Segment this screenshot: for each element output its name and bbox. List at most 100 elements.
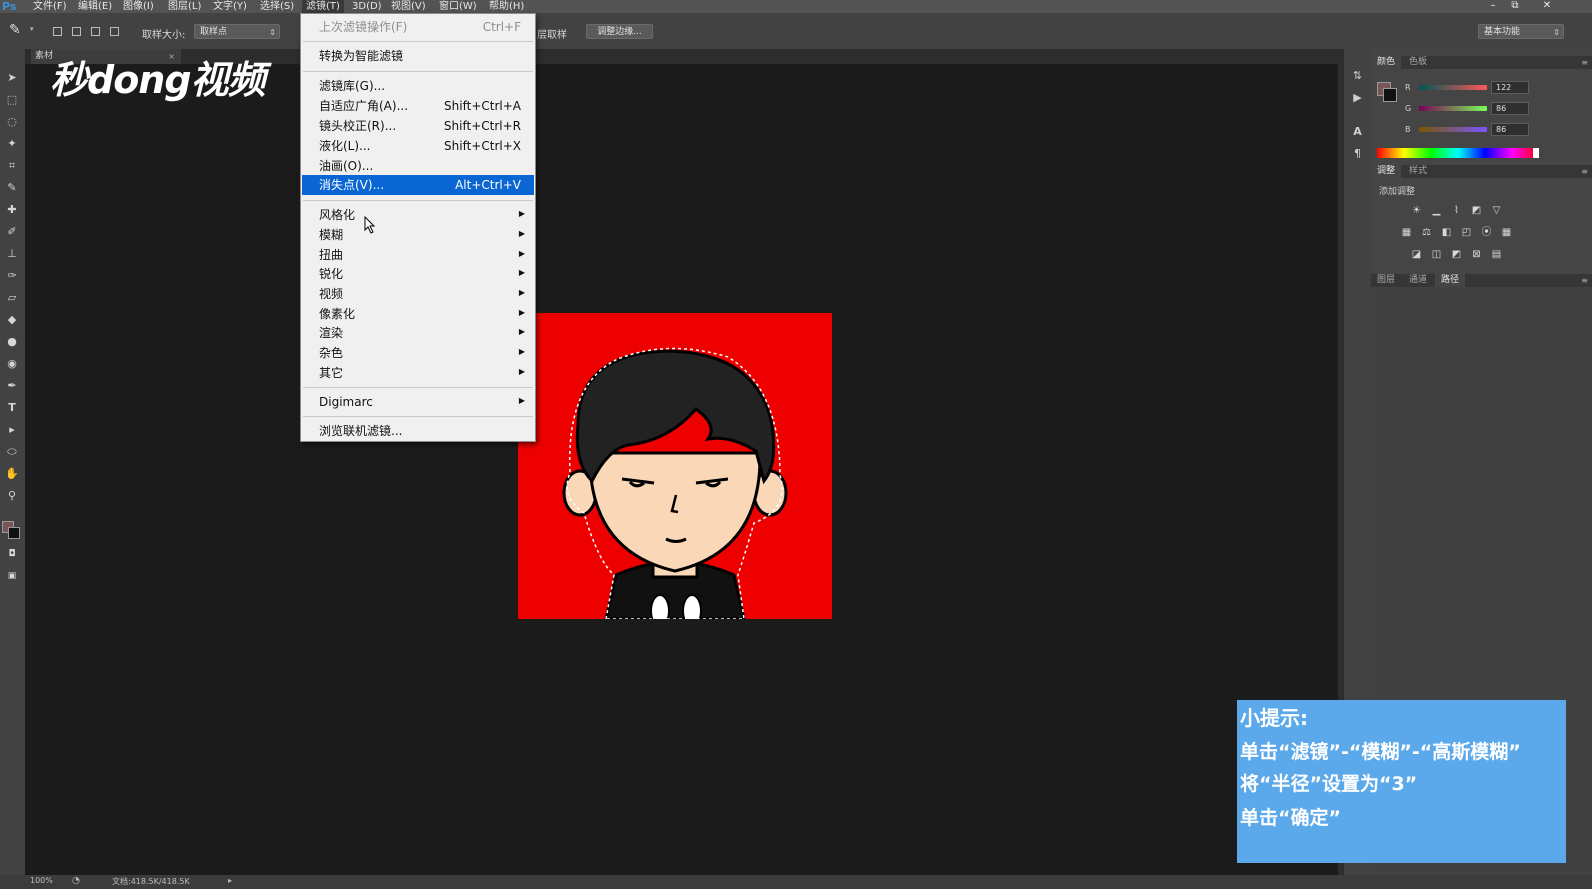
menu-file[interactable]: 文件(F) (33, 0, 67, 13)
levels-icon[interactable]: ▁ (1431, 205, 1442, 216)
blur-tool-icon[interactable]: ● (2, 333, 22, 351)
subtract-selection-icon[interactable] (91, 27, 100, 36)
hand-tool-icon[interactable]: ✋ (2, 465, 22, 483)
menu-item-last-filter[interactable]: 上次滤镜操作(F) Ctrl+F (302, 17, 534, 37)
menu-3d[interactable]: 3D(D) (352, 0, 382, 13)
menu-item-lens-correction[interactable]: 镜头校正(R)... Shift+Ctrl+R (302, 116, 534, 136)
curves-icon[interactable]: ⌇ (1451, 205, 1462, 216)
healing-brush-icon[interactable]: ✚ (2, 201, 22, 219)
pen-tool-icon[interactable]: ✒ (2, 377, 22, 395)
posterize-icon[interactable]: ◫ (1431, 249, 1442, 260)
color-spectrum-ramp[interactable] (1377, 148, 1539, 158)
menu-view[interactable]: 视图(V) (391, 0, 426, 13)
zoom-tool-icon[interactable]: ⚲ (2, 487, 22, 505)
background-color-swatch[interactable] (8, 527, 20, 539)
tab-layers[interactable]: 图层 (1371, 274, 1401, 287)
menu-edit[interactable]: 编辑(E) (78, 0, 112, 13)
character-panel-icon[interactable]: A (1349, 123, 1366, 140)
menu-layer[interactable]: 图层(L) (168, 0, 201, 13)
quick-mask-icon[interactable]: ◘ (2, 545, 22, 563)
menu-image[interactable]: 图像(I) (123, 0, 154, 13)
document-image[interactable] (518, 313, 832, 619)
brightness-contrast-icon[interactable]: ☀ (1411, 205, 1422, 216)
dodge-tool-icon[interactable]: ◉ (2, 355, 22, 373)
menu-filter[interactable]: 滤镜(T) (302, 0, 344, 13)
tab-paths[interactable]: 路径 (1435, 274, 1466, 287)
paragraph-panel-icon[interactable]: ¶ (1349, 145, 1366, 162)
status-arrow-icon[interactable]: ▸ (228, 876, 232, 885)
lasso-tool-icon[interactable]: ◌ (2, 113, 22, 131)
stamp-tool-icon[interactable]: ⊥ (2, 245, 22, 263)
path-selection-icon[interactable]: ▸ (2, 421, 22, 439)
menu-item-render[interactable]: 渲染 ▶ (302, 323, 534, 343)
type-tool-icon[interactable]: T (2, 399, 22, 417)
tab-channels[interactable]: 通道 (1403, 274, 1433, 287)
canvas-area[interactable] (25, 64, 1345, 875)
white-chip[interactable] (1533, 148, 1539, 158)
refine-edge-button[interactable]: 调整边缘... (586, 24, 653, 39)
add-selection-icon[interactable] (72, 27, 81, 36)
crop-tool-icon[interactable]: ⌗ (2, 157, 22, 175)
menu-item-sharpen[interactable]: 锐化 ▶ (302, 264, 534, 284)
new-selection-icon[interactable] (53, 27, 62, 36)
eyedropper-icon[interactable]: ✎ (2, 179, 22, 197)
intersect-selection-icon[interactable] (110, 27, 119, 36)
tab-styles[interactable]: 样式 (1403, 165, 1433, 178)
close-button[interactable]: ✕ (1538, 0, 1556, 13)
g-slider[interactable] (1419, 106, 1487, 111)
menu-item-other[interactable]: 其它 ▶ (302, 363, 534, 383)
shape-tool-icon[interactable]: ⬭ (2, 443, 22, 461)
r-slider[interactable] (1419, 85, 1487, 90)
panel-menu-icon[interactable]: ≡ (1581, 56, 1588, 69)
info-icon[interactable]: ◔ (72, 876, 80, 886)
vibrance-icon[interactable]: ▽ (1491, 205, 1502, 216)
actions-panel-icon[interactable]: ▶ (1349, 89, 1366, 106)
r-value-field[interactable]: 122 (1491, 81, 1529, 94)
paint-bucket-icon[interactable]: ◆ (2, 311, 22, 329)
invert-icon[interactable]: ◪ (1411, 249, 1422, 260)
menu-item-digimarc[interactable]: Digimarc ▶ (302, 392, 534, 412)
selective-color-icon[interactable]: ▤ (1491, 249, 1502, 260)
menu-select[interactable]: 选择(S) (260, 0, 294, 13)
history-brush-icon[interactable]: ✑ (2, 267, 22, 285)
black-white-icon[interactable]: ◧ (1441, 227, 1452, 238)
menu-item-oil-paint[interactable]: 油画(O)... (302, 156, 534, 176)
photo-filter-icon[interactable]: ◰ (1461, 227, 1472, 238)
brush-tool-icon[interactable]: ✐ (2, 223, 22, 241)
magic-wand-tool-icon[interactable]: ✦ (2, 135, 22, 153)
move-tool-icon[interactable]: ➤ (2, 69, 22, 87)
history-panel-icon[interactable]: ⇅ (1349, 67, 1366, 84)
menu-type[interactable]: 文字(Y) (213, 0, 247, 13)
menu-item-adaptive-wide-angle[interactable]: 自适应广角(A)... Shift+Ctrl+A (302, 96, 534, 116)
menu-item-stylize[interactable]: 风格化 ▶ (302, 205, 534, 225)
menu-item-liquify[interactable]: 液化(L)... Shift+Ctrl+X (302, 136, 534, 156)
menu-item-blur[interactable]: 模糊 ▶ (302, 225, 534, 245)
tool-preset-chevron-icon[interactable]: ▾ (30, 25, 34, 33)
g-value-field[interactable]: 86 (1491, 102, 1529, 115)
menu-item-pixelate[interactable]: 像素化 ▶ (302, 304, 534, 324)
menu-window[interactable]: 窗口(W) (439, 0, 477, 13)
restore-button[interactable]: ⧉ (1506, 0, 1524, 13)
threshold-icon[interactable]: ◩ (1451, 249, 1462, 260)
panel-background-swatch[interactable] (1383, 88, 1397, 102)
menu-item-noise[interactable]: 杂色 ▶ (302, 343, 534, 363)
screen-mode-icon[interactable]: ▣ (2, 567, 22, 585)
menu-item-filter-gallery[interactable]: 滤镜库(G)... (302, 76, 534, 96)
marquee-tool-icon[interactable]: ⬚ (2, 91, 22, 109)
zoom-level[interactable]: 100% (30, 876, 53, 885)
tab-color[interactable]: 颜色 (1371, 56, 1402, 69)
workspace-select[interactable]: 基本功能 ⇕ (1478, 24, 1564, 39)
menu-item-convert-smart-filter[interactable]: 转换为智能滤镜 (302, 46, 534, 66)
menu-item-browse-online-filters[interactable]: 浏览联机滤镜... (302, 421, 534, 441)
eraser-tool-icon[interactable]: ▱ (2, 289, 22, 307)
exposure-icon[interactable]: ◩ (1471, 205, 1482, 216)
sample-size-select[interactable]: 取样点 ⇕ (194, 24, 280, 39)
menu-item-distort[interactable]: 扭曲 ▶ (302, 245, 534, 265)
menu-item-video[interactable]: 视频 ▶ (302, 284, 534, 304)
color-lookup-icon[interactable]: ▦ (1501, 227, 1512, 238)
hue-saturation-icon[interactable]: ▦ (1401, 227, 1412, 238)
menu-item-vanishing-point[interactable]: 消失点(V)... Alt+Ctrl+V (302, 175, 534, 195)
eyedropper-tool-icon[interactable]: ✎ (9, 22, 21, 38)
gradient-map-icon[interactable]: ⊠ (1471, 249, 1482, 260)
panel-menu-icon[interactable]: ≡ (1581, 165, 1588, 178)
